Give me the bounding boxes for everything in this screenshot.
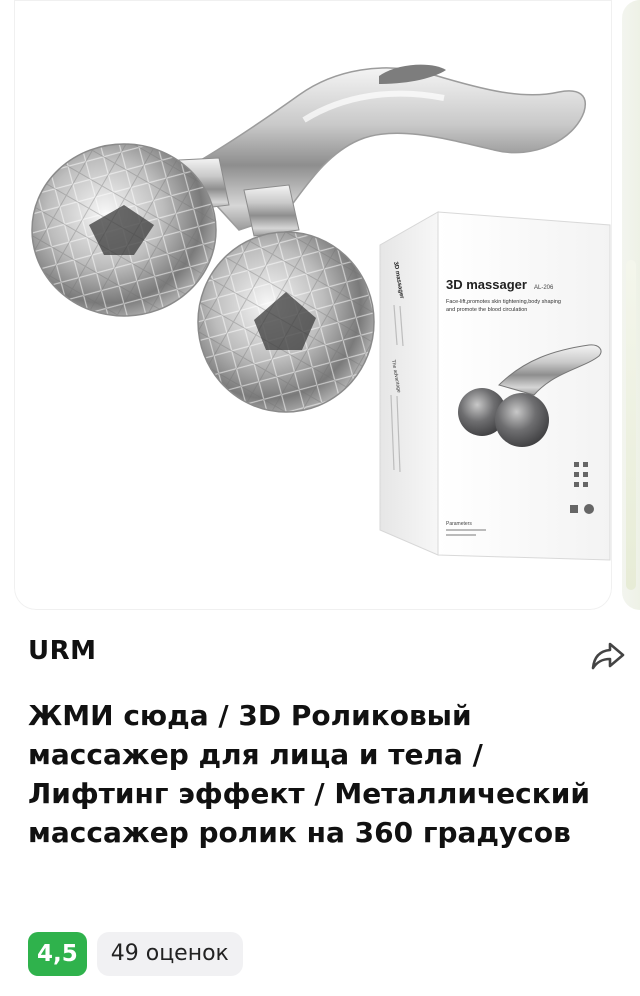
box-tagline-1: Face-lift,promotes skin tightening,body …	[446, 299, 561, 305]
product-title: ЖМИ сюда / 3D Роликовый массажер для лиц…	[28, 699, 590, 849]
rating-badge[interactable]: 4,5	[28, 932, 87, 976]
box-tagline-2: and promote the blood circulation	[446, 307, 527, 313]
box-params: Parameters	[446, 521, 472, 527]
box-title: 3D massager	[446, 277, 527, 292]
share-button[interactable]	[586, 636, 630, 676]
product-box: 3D massager AL-206 Face-lift,promotes sk…	[379, 211, 611, 561]
rating-row: 4,5 49 оценок	[28, 932, 243, 976]
box-model: AL-206	[534, 285, 554, 291]
next-image-peek[interactable]	[622, 0, 640, 610]
reviews-count-chip[interactable]: 49 оценок	[96, 932, 243, 976]
brand-name[interactable]: URM	[28, 636, 97, 666]
roller-ball-right	[197, 231, 375, 413]
product-photo: 3D massager AL-206 Face-lift,promotes sk…	[31, 64, 611, 561]
share-arrow-icon	[591, 642, 625, 670]
roller-ball-left	[31, 143, 217, 317]
product-image-gallery[interactable]: 3D massager AL-206 Face-lift,promotes sk…	[14, 0, 612, 610]
